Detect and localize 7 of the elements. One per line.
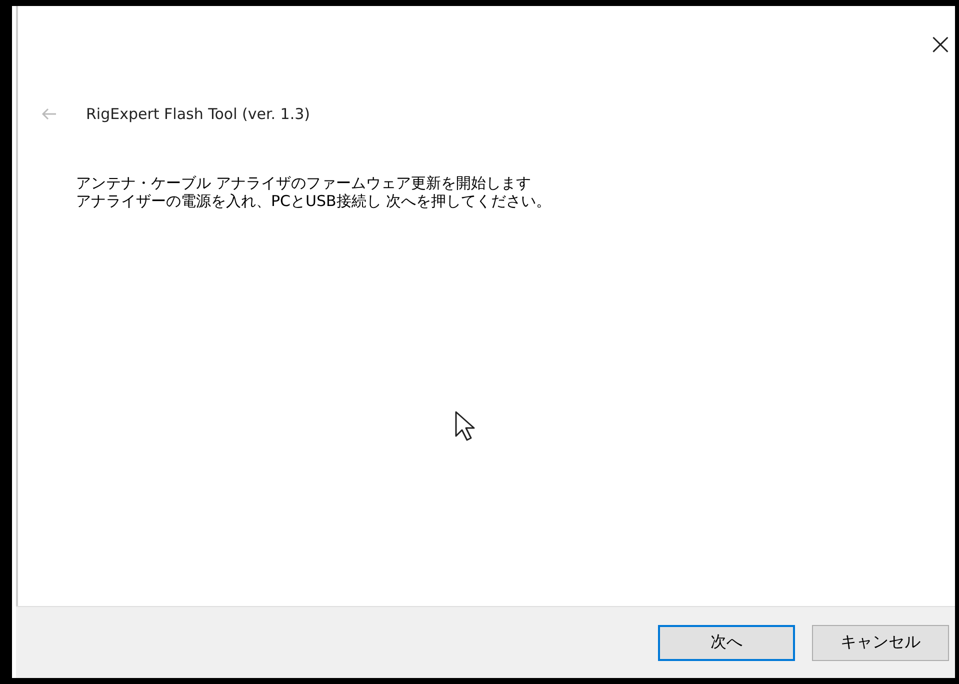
dialog-button[interactable]: 次へ [658, 624, 795, 660]
dialog-button[interactable]: キャンセル [812, 624, 949, 660]
message-text: アンテナ・ケーブル アナライザのファームウェア更新を開始します [76, 174, 532, 192]
window-title: RigExpert Flash Tool (ver. 1.3) [86, 105, 310, 123]
close-button[interactable]: × [928, 6, 955, 66]
message-text: アナライザーの電源を入れ、PCとUSB接続し 次へを押してください。 [76, 192, 552, 210]
cursor-icon [454, 410, 476, 442]
